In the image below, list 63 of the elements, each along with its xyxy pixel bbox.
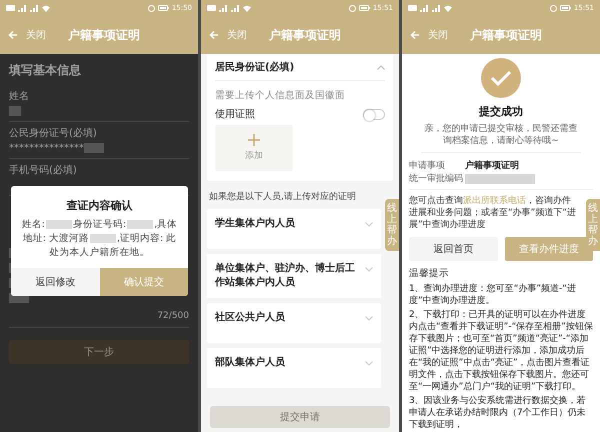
add-photo-button[interactable]: 添加 xyxy=(215,125,293,171)
back-arrow-icon[interactable] xyxy=(209,30,219,40)
plus-icon xyxy=(248,134,260,146)
signal-icon xyxy=(30,4,39,12)
card-title: 居民身份证(必填) xyxy=(215,60,296,74)
category-title: 单位集体户、驻沪办、博士后工作站集体户内人员 xyxy=(215,262,356,290)
wifi-icon xyxy=(42,4,50,12)
close-link[interactable]: 关闭 xyxy=(428,28,448,42)
wifi-icon xyxy=(243,4,251,12)
confirm-button[interactable]: 确认提交 xyxy=(100,268,188,296)
masked-value: *************** xyxy=(9,142,84,154)
prompt-text: 如果您是以下人员,请上传对应的证明 xyxy=(209,190,357,203)
check-circle-icon xyxy=(481,58,521,98)
section-heading: 填写基本信息 xyxy=(9,62,82,79)
field-label: 公民身份证号(必填) xyxy=(9,126,98,140)
battery-icon xyxy=(158,5,169,11)
tip-text: 3、因该业务与公安系统需进行数据交换，若申请人在承诺办结时限内（7个工作日）仍未下载到证明， xyxy=(409,395,587,431)
page-title: 户籍事项证明 xyxy=(470,26,542,44)
close-link[interactable]: 关闭 xyxy=(26,28,46,42)
field-label: 手机号码(必填) xyxy=(9,164,78,177)
category-item[interactable]: 部队集体户人员 xyxy=(207,348,381,388)
signal-icon xyxy=(420,4,429,12)
online-help-tab[interactable]: 线上帮办 xyxy=(385,199,399,251)
success-title: 提交成功 xyxy=(478,104,524,119)
phone-link[interactable]: 派出所联系电话 xyxy=(463,196,526,206)
back-arrow-icon[interactable] xyxy=(410,30,420,40)
page-title: 户籍事项证明 xyxy=(68,26,140,44)
signal-icon xyxy=(231,4,240,12)
toggle-switch[interactable] xyxy=(363,108,385,120)
detail-label: 统一审批编码 xyxy=(409,172,464,185)
toggle-label: 使用证照 xyxy=(215,108,256,121)
field-label: 姓名 xyxy=(9,90,30,103)
wifi-icon xyxy=(444,4,452,12)
signal-icon xyxy=(18,4,27,12)
hint-text: 需要上传个人信息面及国徽面 xyxy=(215,89,346,102)
input-field[interactable] xyxy=(9,103,189,122)
tip-text: 2、下载打印：已开具的证明可以在办件进度内点击“查看并下载证明”-“保存至相册”按钮保存下载图片；也可至“首页”频道“亮证”-“添加证照”中选择您的证明进行添加，添加成功后在“我的证照”中点击“亮证”，点击图片查看证明文件，点击下载按钮保存下载图片。您还可至“一网通办”总门户“我的证明”下载打印。 xyxy=(409,309,593,393)
category-title: 学生集体户内人员 xyxy=(215,217,296,231)
back-arrow-icon[interactable] xyxy=(8,30,18,40)
next-button[interactable]: 下一步 xyxy=(9,340,189,364)
home-button[interactable]: 返回首页 xyxy=(409,237,498,261)
category-item[interactable]: 学生集体户内人员 xyxy=(207,209,381,249)
back-button[interactable]: 返回修改 xyxy=(11,268,100,296)
signal-icon xyxy=(219,4,228,12)
category-title: 社区公共户人员 xyxy=(215,311,286,325)
signal-icon xyxy=(432,4,441,12)
character-counter: 72/500 xyxy=(9,311,189,328)
online-help-tab[interactable]: 线上帮办 xyxy=(586,199,600,251)
category-item[interactable]: 单位集体户、驻沪办、博士后工作站集体户内人员 xyxy=(207,254,381,298)
page-title: 户籍事项证明 xyxy=(269,26,341,44)
dialog-title: 查证内容确认 xyxy=(66,198,134,214)
success-message: 亲，您的申请已提交审核，民警还需查询档案信息，请耐心等待哦~ xyxy=(421,123,581,153)
battery-icon xyxy=(560,5,571,11)
battery-icon xyxy=(358,5,370,11)
category-title: 部队集体户人员 xyxy=(215,356,286,370)
tip-text: 1、查询办理进度：您可至“办事”频道-“进度”中查询办理进度。 xyxy=(409,283,577,307)
detail-label: 申请事项 xyxy=(409,160,446,172)
close-link[interactable]: 关闭 xyxy=(227,28,247,42)
detail-value: 户籍事项证明 xyxy=(465,159,519,172)
input-field[interactable]: *************** xyxy=(9,140,189,159)
category-item[interactable]: 社区公共户人员 xyxy=(207,303,381,343)
dialog-message: 姓名: 身份证号码: ,具体地址: 大渡河路 ,证明内容: 此处为本人户籍所在地。 xyxy=(20,218,178,260)
tips-title: 温馨提示 xyxy=(409,267,450,280)
